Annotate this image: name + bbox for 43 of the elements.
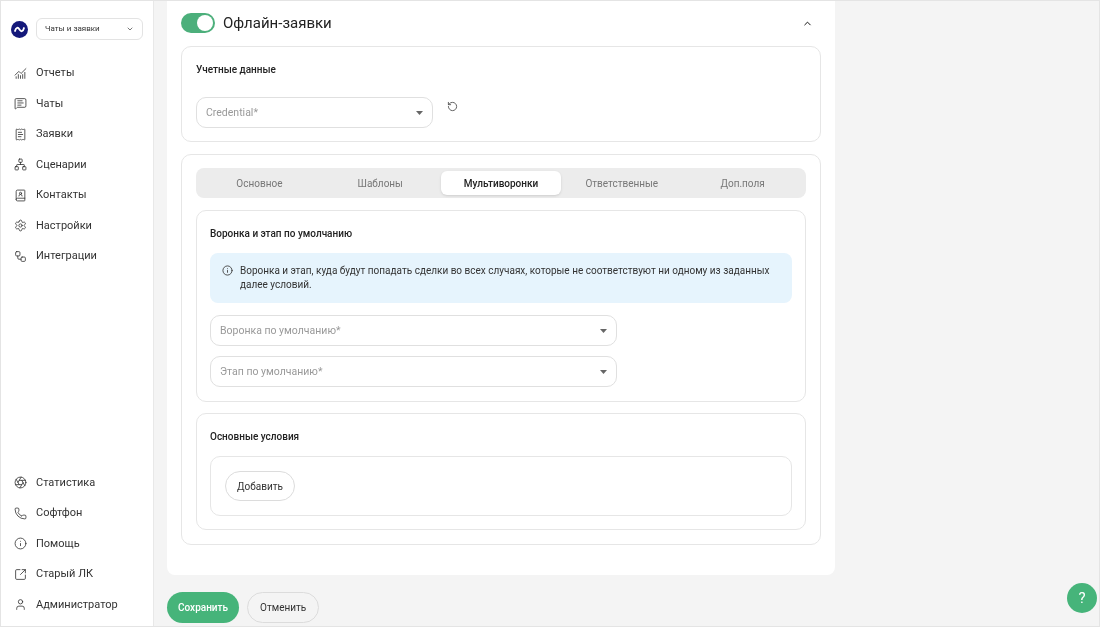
sidebar-item[interactable]: Заявки	[1, 119, 153, 150]
logo-icon	[11, 20, 28, 38]
sidebar-item[interactable]: Статистика	[1, 467, 153, 498]
panel-heading: Воронка и этап по умолчанию	[210, 227, 354, 241]
tab[interactable]: Ответственные	[561, 171, 683, 195]
nav-icon	[14, 127, 27, 141]
nav-icon	[14, 598, 27, 612]
section-title: Офлайн-заявки	[223, 12, 332, 34]
nav-icon	[14, 537, 27, 551]
panel-heading: Учетные данные	[196, 63, 277, 77]
toggle-switch[interactable]	[181, 13, 215, 33]
sidebar-item[interactable]: Контакты	[1, 180, 153, 211]
nav-icon	[14, 476, 27, 490]
panel-heading: Основные условия	[210, 430, 301, 444]
nav-icon	[14, 219, 27, 233]
nav-icon	[14, 249, 27, 263]
nav-icon	[14, 66, 27, 80]
dropdown-arrow-icon	[600, 369, 607, 374]
dropdown-arrow-icon	[600, 328, 607, 333]
tab[interactable]: Мультиворонки	[440, 171, 562, 195]
sidebar-item[interactable]: Настройки	[1, 210, 153, 241]
tab[interactable]: Основное	[199, 171, 320, 195]
tab[interactable]: Шаблоны	[319, 171, 441, 195]
sidebar-item[interactable]: Администратор	[1, 589, 153, 620]
dropdown-arrow-icon	[416, 110, 423, 115]
sidebar-item[interactable]: Чаты	[1, 88, 153, 119]
nav-icon	[14, 158, 27, 172]
sidebar-item[interactable]: Софтфон	[1, 498, 153, 529]
nav-icon	[14, 97, 27, 111]
sidebar-item[interactable]: Старый ЛК	[1, 559, 153, 590]
tab[interactable]: Доп.поля	[682, 171, 803, 195]
nav-icon	[14, 506, 27, 520]
workspace-dropdown[interactable]: Чаты и заявки	[36, 18, 143, 40]
chevron-down-icon	[126, 25, 134, 33]
info-text: Воронка и этап, куда будут попадать сделки во всех случаях, которые не соответствуют ни одному из заданных далее условий.	[240, 264, 771, 292]
sidebar-item[interactable]: Отчеты	[1, 58, 153, 89]
nav-icon	[14, 188, 27, 202]
refresh-icon[interactable]	[447, 101, 458, 112]
info-icon	[222, 265, 233, 276]
nav-icon	[14, 567, 27, 581]
sidebar-item[interactable]: Интеграции	[1, 241, 153, 272]
sidebar-item[interactable]: Сценарии	[1, 149, 153, 180]
sidebar-item[interactable]: Помощь	[1, 528, 153, 559]
